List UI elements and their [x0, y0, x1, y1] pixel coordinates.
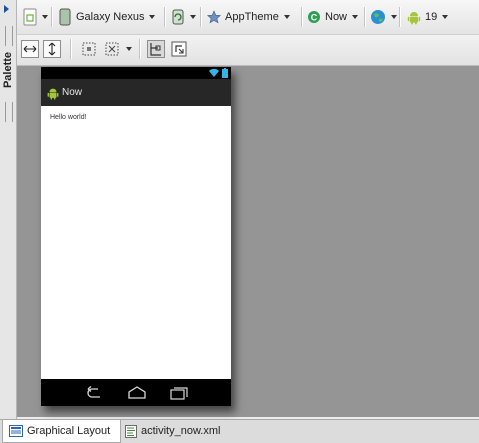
palette-grip-bottom-icon: [5, 102, 13, 122]
xml-file-icon: [125, 424, 137, 438]
device-preview: Now Hello world!: [41, 67, 231, 406]
device-selector[interactable]: Galaxy Nexus: [59, 7, 156, 27]
activity-content[interactable]: Hello world!: [41, 106, 231, 379]
recent-apps-icon: [170, 387, 188, 400]
phone-icon: [59, 8, 71, 26]
chevron-down-icon: [42, 15, 48, 19]
toggle-fill-width-button[interactable]: [21, 39, 39, 59]
theme-selector-label: AppTheme: [225, 11, 279, 23]
tab-graphical-layout-label: Graphical Layout: [27, 425, 111, 437]
toolbar-separator: [301, 7, 303, 27]
chevron-down-icon: [190, 15, 196, 19]
refresh-layout-icon: [171, 41, 187, 57]
android-icon: [407, 12, 421, 25]
toolbar-separator: [399, 7, 401, 27]
toolbar-separator: [200, 7, 202, 27]
config-toolbar: Galaxy Nexus AppTheme C Now 19: [17, 0, 479, 35]
layout-toolbar: [17, 35, 479, 66]
tab-xml-source-label: activity_now.xml: [141, 425, 221, 437]
toolbar-separator: [51, 7, 53, 27]
home-icon: [128, 386, 146, 399]
api-level-label: 19: [425, 11, 438, 23]
palette-label: Palette: [2, 51, 14, 89]
chevron-down-icon: [149, 15, 156, 19]
battery-icon: [222, 68, 228, 78]
toolbar-separator: [164, 7, 166, 27]
margins-icon: [82, 42, 96, 56]
chevron-down-icon: [352, 15, 359, 19]
app-title: Now: [62, 87, 83, 98]
palette-grip-top-icon: [5, 26, 13, 46]
theme-selector[interactable]: AppTheme: [207, 7, 290, 27]
orientation-button[interactable]: [171, 7, 196, 27]
device-status-bar: [41, 67, 231, 79]
zoom-fit-icon: [105, 42, 119, 56]
globe-icon: [371, 10, 385, 24]
hello-world-textview[interactable]: Hello world!: [50, 114, 87, 121]
activity-selector[interactable]: C Now: [307, 7, 359, 27]
rotate-screen-icon: [172, 9, 184, 25]
back-icon: [87, 386, 100, 398]
chevron-down-icon: [126, 47, 132, 51]
device-selector-label: Galaxy Nexus: [76, 11, 145, 23]
activity-selector-label: Now: [325, 11, 348, 23]
fill-height-icon: [43, 40, 61, 58]
wifi-icon: [209, 68, 219, 77]
fill-width-icon: [21, 40, 39, 58]
tab-xml-source[interactable]: activity_now.xml: [123, 420, 241, 442]
chevron-down-icon: [442, 15, 449, 19]
locale-selector[interactable]: [370, 7, 397, 27]
action-bar: Now: [41, 79, 231, 106]
svg-text:C: C: [311, 13, 318, 23]
star-icon: [207, 10, 221, 24]
palette-expand-arrow-icon[interactable]: [4, 5, 9, 13]
toolbar-separator: [139, 39, 141, 59]
zoom-options-button[interactable]: [103, 39, 132, 59]
app-launcher-icon: [47, 88, 59, 100]
api-level-selector[interactable]: 19: [406, 7, 449, 27]
chevron-down-icon: [283, 15, 290, 19]
toggle-fill-height-button[interactable]: [43, 39, 61, 59]
device-nav-bar: [41, 379, 231, 406]
config-file-button[interactable]: [23, 7, 48, 27]
refresh-layout-button[interactable]: [170, 39, 188, 59]
tab-graphical-layout[interactable]: Graphical Layout: [2, 420, 121, 443]
show-margins-button[interactable]: [80, 39, 98, 59]
activity-class-icon: C: [308, 11, 320, 23]
graphical-layout-icon: [9, 425, 23, 437]
layout-actions-button[interactable]: [147, 39, 165, 59]
chevron-down-icon: [391, 15, 397, 19]
palette-panel[interactable]: Palette: [0, 0, 17, 420]
layout-structure-icon: [147, 40, 165, 58]
editor-tabs: Graphical Layout activity_now.xml: [0, 419, 479, 443]
config-file-icon: [23, 8, 37, 26]
toolbar-separator: [364, 7, 366, 27]
toolbar-separator: [70, 39, 72, 59]
